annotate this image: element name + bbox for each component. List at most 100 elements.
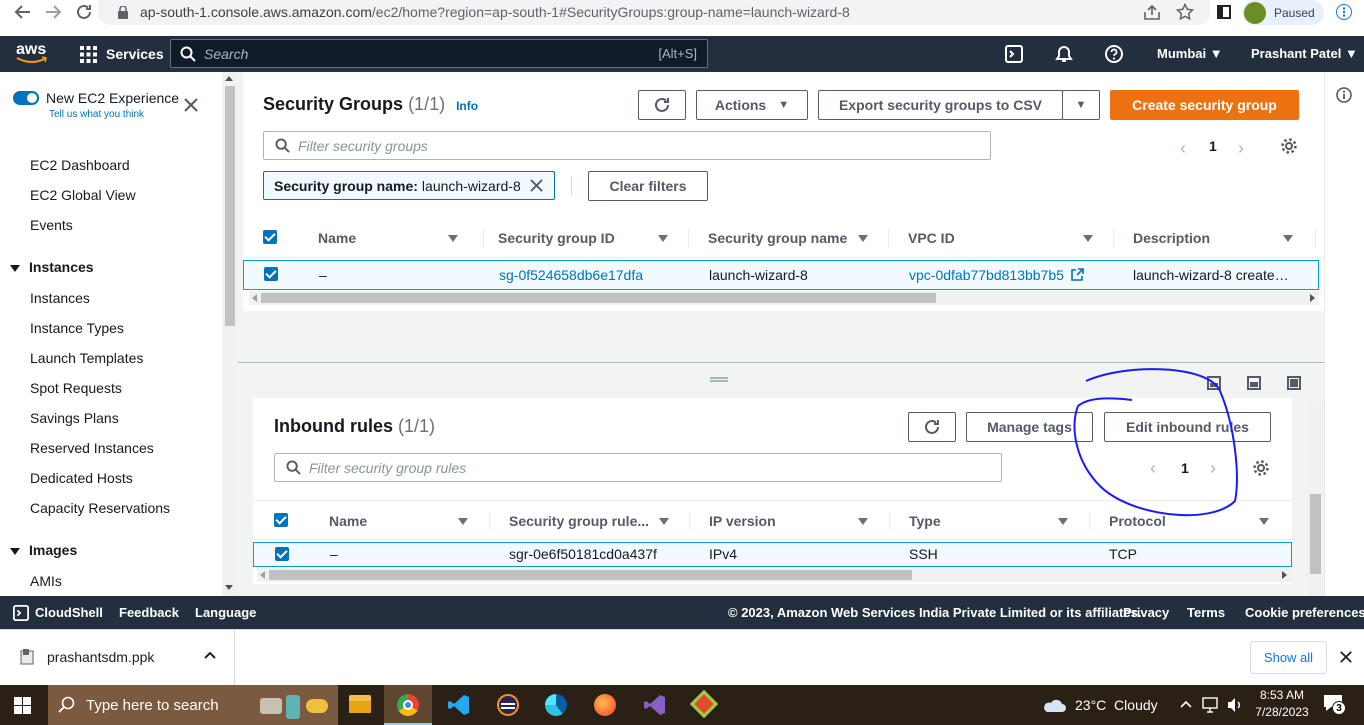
table-row[interactable]: – sg-0f524658db6e17dfa launch-wizard-8 v… [243,260,1319,290]
footer-feedback-link[interactable]: Feedback [119,605,179,620]
account-menu[interactable]: Prashant Patel ▼ [1251,46,1358,61]
footer-terms-link[interactable]: Terms [1187,605,1225,620]
actions-dropdown[interactable]: Actions ▼ [696,90,808,120]
column-header-name[interactable]: Name [318,230,356,246]
sort-icon[interactable] [858,518,868,525]
column-header-ip-version[interactable]: IP version [709,513,776,529]
refresh-button[interactable] [638,90,686,120]
side-panel-icon[interactable] [1217,5,1231,19]
sort-icon[interactable] [448,235,458,242]
chevron-up-icon[interactable] [1180,699,1192,709]
aws-search-input[interactable]: Search [Alt+S] [170,39,708,68]
bottom-panel-vscrollbar[interactable] [1307,402,1324,596]
export-dropdown-toggle[interactable]: ▼ [1062,90,1100,120]
gear-icon[interactable] [1252,459,1270,477]
sg-table-hscrollbar[interactable] [249,291,1319,305]
create-security-group-button[interactable]: Create security group [1110,90,1299,120]
splitter-handle-icon[interactable] [710,377,728,382]
sidebar-item-ec2-dashboard[interactable]: EC2 Dashboard [30,157,130,173]
notifications-bell-icon[interactable] [1055,45,1073,63]
info-link[interactable]: Info [456,99,478,113]
address-bar[interactable]: ap-south-1.console.aws.amazon.com/ec2/ho… [98,0,1210,25]
network-icon[interactable] [1202,697,1220,713]
sort-icon[interactable] [858,235,868,242]
select-all-checkbox[interactable] [263,230,277,244]
column-header-vpc-id[interactable]: VPC ID [908,230,955,246]
eclipse-icon[interactable] [497,694,519,716]
sort-icon[interactable] [1083,235,1093,242]
info-icon[interactable] [1336,87,1352,103]
cell-vpc-id-link[interactable]: vpc-0dfab77bd813bb7b5 [909,267,1084,283]
bookmark-star-icon[interactable] [1176,3,1194,21]
filter-rules-input[interactable]: Filter security group rules [274,453,1002,482]
column-header-rule-id[interactable]: Security group rule... [509,513,649,529]
sort-icon[interactable] [1259,518,1269,525]
prev-page-icon[interactable]: ‹ [1180,138,1186,159]
vscode-icon[interactable] [448,694,470,716]
services-menu[interactable]: Services [80,36,164,72]
footer-language-link[interactable]: Language [195,605,256,620]
taskbar-search[interactable]: Type here to search [48,685,338,725]
forward-icon[interactable] [44,3,62,21]
table-row[interactable]: – sgr-0e6f50181cd0a437f IPv4 SSH TCP [253,542,1292,567]
profile-chip[interactable]: Paused [1242,0,1324,25]
row-checkbox[interactable] [275,547,289,561]
sort-icon[interactable] [1058,518,1068,525]
sidebar-item-savings-plans[interactable]: Savings Plans [30,410,119,426]
sidebar-item-spot-requests[interactable]: Spot Requests [30,380,122,396]
share-icon[interactable] [1143,4,1161,21]
sidebar-item-amis[interactable]: AMIs [30,573,62,589]
sidebar-item-ec2-global-view[interactable]: EC2 Global View [30,187,136,203]
weather-text[interactable]: 23°C Cloudy [1075,697,1158,713]
column-header-name[interactable]: Name [329,513,367,529]
sort-icon[interactable] [658,235,668,242]
footer-privacy-link[interactable]: Privacy [1123,605,1169,620]
sort-icon[interactable] [1283,235,1293,242]
menu-kebab-icon[interactable] [1336,4,1352,20]
sidebar-item-events[interactable]: Events [30,217,73,233]
sidebar-item-instances[interactable]: Instances [30,290,90,306]
filter-security-groups-input[interactable]: Filter security groups [263,131,991,160]
sidebar-scrollbar[interactable] [222,72,238,596]
reload-icon[interactable] [75,3,93,21]
sidebar-item-capacity-reservations[interactable]: Capacity Reservations [30,500,170,516]
sidebar-section-instances[interactable]: Instances [10,259,94,275]
file-explorer-icon[interactable] [349,695,371,713]
show-all-button[interactable]: Show all [1250,641,1327,674]
notification-center-icon[interactable]: 3 [1323,694,1346,715]
sidebar-item-dedicated-hosts[interactable]: Dedicated Hosts [30,470,133,486]
sidebar-item-reserved-instances[interactable]: Reserved Instances [30,440,154,456]
chevron-up-icon[interactable] [204,650,216,660]
help-icon[interactable] [1105,45,1123,63]
new-experience-toggle[interactable] [13,91,39,105]
close-icon[interactable] [1340,651,1352,663]
clock[interactable]: 8:53 AM 7/28/2023 [1252,688,1312,719]
column-header-sg-name[interactable]: Security group name [708,230,847,246]
volume-icon[interactable] [1226,697,1244,713]
footer-cloudshell-link[interactable]: CloudShell [35,605,103,620]
firefox-icon[interactable] [594,694,616,716]
sidebar-item-instance-types[interactable]: Instance Types [30,320,124,336]
rules-table-hscrollbar[interactable] [257,568,1292,582]
feedback-link[interactable]: Tell us what you think [49,109,144,120]
sidebar-section-images[interactable]: Images [10,542,77,558]
row-checkbox[interactable] [264,267,278,281]
select-all-rules-checkbox[interactable] [274,513,288,527]
column-header-type[interactable]: Type [909,513,941,529]
back-icon[interactable] [14,3,32,21]
column-header-description[interactable]: Description [1133,230,1210,246]
page-number[interactable]: 1 [1209,138,1217,154]
windows-start-icon[interactable] [14,697,31,714]
aws-logo[interactable]: aws [16,41,48,64]
sort-icon[interactable] [458,518,468,525]
close-icon[interactable] [184,98,198,112]
refresh-rules-button[interactable] [908,412,956,442]
next-page-icon[interactable]: › [1238,138,1244,159]
export-csv-button[interactable]: Export security groups to CSV [818,90,1063,120]
remove-filter-icon[interactable] [530,179,543,192]
git-icon[interactable] [689,689,719,719]
column-header-sg-id[interactable]: Security group ID [498,230,615,246]
split-full-icon[interactable] [1287,376,1301,390]
split-side-icon[interactable] [1247,376,1261,390]
gear-icon[interactable] [1280,137,1298,155]
